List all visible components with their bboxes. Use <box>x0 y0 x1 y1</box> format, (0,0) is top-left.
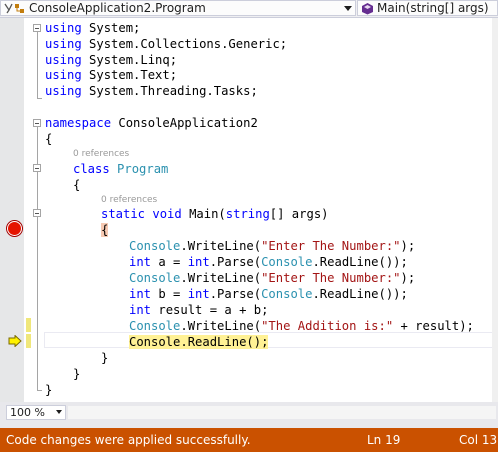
code-line-13: Console.WriteLine("Enter The Number:"); <box>129 239 416 253</box>
editor-bottom-bar: 100 % <box>0 402 498 428</box>
outline-guide <box>37 98 42 99</box>
collapse-icon[interactable] <box>33 24 41 32</box>
current-line-highlight <box>44 332 498 348</box>
code-line-9: class Program <box>73 162 169 176</box>
code-line-2: using System.Collections.Generic; <box>45 37 288 51</box>
code-lens-references[interactable]: 0 references <box>73 148 129 160</box>
instruction-pointer-icon[interactable] <box>8 335 22 347</box>
status-message: Code changes were applied successfully. <box>6 433 251 447</box>
code-line-22: } <box>45 383 53 397</box>
collapse-icon[interactable] <box>33 164 41 172</box>
code-line-1: using System; <box>45 21 141 35</box>
zoom-dropdown[interactable]: 100 % <box>6 405 66 420</box>
horizontal-scrollbar[interactable] <box>68 406 496 419</box>
code-line-12: { <box>101 223 109 237</box>
member-dropdown[interactable]: Main(string[] args) <box>357 0 498 16</box>
code-line-7: namespace ConsoleApplication2 <box>45 116 258 130</box>
chevron-down-icon <box>56 410 62 414</box>
code-line-18: Console.WriteLine("The Addition is:" + r… <box>129 319 474 333</box>
status-column-number: Col 13 <box>459 433 498 447</box>
method-icon <box>362 3 373 15</box>
type-dropdown[interactable]: ConsoleApplication2.Program <box>0 0 356 16</box>
outline-guide <box>37 32 38 98</box>
breakpoint-icon[interactable] <box>7 221 22 236</box>
change-marker <box>26 334 31 348</box>
type-dropdown-label: ConsoleApplication2.Program <box>29 1 206 15</box>
change-marker <box>26 318 31 332</box>
collapse-icon[interactable] <box>33 209 41 217</box>
member-dropdown-label: Main(string[] args) <box>377 1 489 15</box>
code-line-14: int a = int.Parse(Console.ReadLine()); <box>129 255 408 269</box>
code-line-10: { <box>73 178 81 192</box>
code-line-21: } <box>73 367 81 381</box>
code-line-4: using System.Text; <box>45 68 178 82</box>
vertical-scrollbar[interactable] <box>492 18 498 402</box>
code-editor[interactable]: using System; using System.Collections.G… <box>0 18 498 402</box>
status-bar: Code changes were applied successfully. … <box>0 428 498 452</box>
code-line-19-current-statement: Console.ReadLine(); <box>129 335 269 349</box>
code-line-20: } <box>101 351 109 365</box>
code-line-8: { <box>45 132 53 146</box>
code-line-17: int result = a + b; <box>129 303 269 317</box>
code-line-3: using System.Linq; <box>45 53 178 67</box>
zoom-level: 100 % <box>10 406 45 419</box>
class-icon <box>4 3 24 14</box>
code-line-11: static void Main(string[] args) <box>101 207 329 221</box>
code-line-5: using System.Threading.Tasks; <box>45 84 258 98</box>
outline-guide <box>37 390 42 391</box>
code-lens-references[interactable]: 0 references <box>101 194 157 206</box>
status-line-number: Ln 19 <box>367 433 401 447</box>
code-line-15: Console.WriteLine("Enter The Number:"); <box>129 271 416 285</box>
code-line-16: int b = int.Parse(Console.ReadLine()); <box>129 287 408 301</box>
navigation-bar: ConsoleApplication2.Program Main(string[… <box>0 0 498 18</box>
chevron-down-icon <box>344 6 352 11</box>
collapse-icon[interactable] <box>33 119 41 127</box>
